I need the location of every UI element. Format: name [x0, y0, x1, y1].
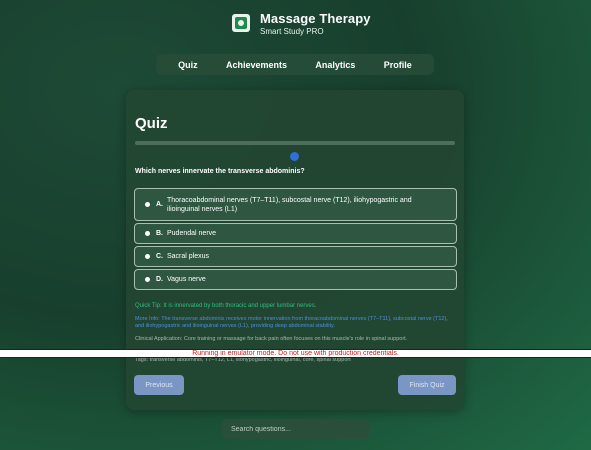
radio-dot-icon — [145, 202, 150, 207]
nav-item-profile[interactable]: Profile — [384, 60, 412, 70]
app-logo-icon — [232, 14, 250, 32]
nav-item-analytics[interactable]: Analytics — [315, 60, 355, 70]
previous-button[interactable]: Previous — [134, 375, 184, 395]
quiz-title: Quiz — [135, 115, 168, 132]
option-text: Sacral plexus — [167, 253, 210, 260]
radio-dot-icon — [145, 277, 150, 282]
question-text: Which nerves innervate the transverse ab… — [135, 168, 305, 175]
clinical-application: Clinical Application: Core training or m… — [135, 336, 408, 342]
question-tags: Tags: transverse abdominis, T7–T12, L1, … — [135, 357, 351, 363]
finish-quiz-button[interactable]: Finish Quiz — [398, 375, 456, 395]
app-subtitle: Smart Study PRO — [260, 27, 324, 36]
option-text: Pudendal nerve — [167, 230, 217, 237]
quick-tip: Quick Tip: It is innervated by both thor… — [135, 303, 317, 309]
option-letter: C. — [156, 253, 163, 260]
radio-dot-icon — [145, 231, 150, 236]
quiz-card: Quiz Which nerves innervate the transver… — [126, 90, 464, 410]
option-letter: A. — [156, 201, 163, 208]
option-a[interactable]: A. Thoracoabdominal nerves (T7–T11), sub… — [134, 188, 457, 221]
more-info: More Info: The transverse abdominis rece… — [135, 316, 448, 329]
nav-item-quiz[interactable]: Quiz — [178, 60, 198, 70]
progress-track — [135, 141, 455, 145]
option-text: Vagus nerve — [167, 276, 206, 283]
main-nav: Quiz Achievements Analytics Profile — [156, 54, 434, 75]
radio-dot-icon — [145, 254, 150, 259]
progress-indicator — [290, 152, 299, 161]
option-text: Thoracoabdominal nerves (T7–T11), subcos… — [167, 196, 412, 213]
option-c[interactable]: C. Sacral plexus — [134, 246, 457, 267]
option-d[interactable]: D. Vagus nerve — [134, 269, 457, 290]
option-b[interactable]: B. Pudendal nerve — [134, 223, 457, 244]
option-letter: B. — [156, 230, 163, 237]
search-input[interactable] — [222, 419, 369, 439]
emulator-warning-banner: Running in emulator mode. Do not use wit… — [0, 349, 591, 358]
app-header: Massage Therapy Smart Study PRO — [232, 11, 371, 36]
answer-options: A. Thoracoabdominal nerves (T7–T11), sub… — [134, 188, 457, 292]
option-letter: D. — [156, 276, 163, 283]
app-title-block: Massage Therapy Smart Study PRO — [260, 11, 371, 36]
nav-item-achievements[interactable]: Achievements — [226, 60, 287, 70]
app-title: Massage Therapy — [260, 11, 371, 26]
